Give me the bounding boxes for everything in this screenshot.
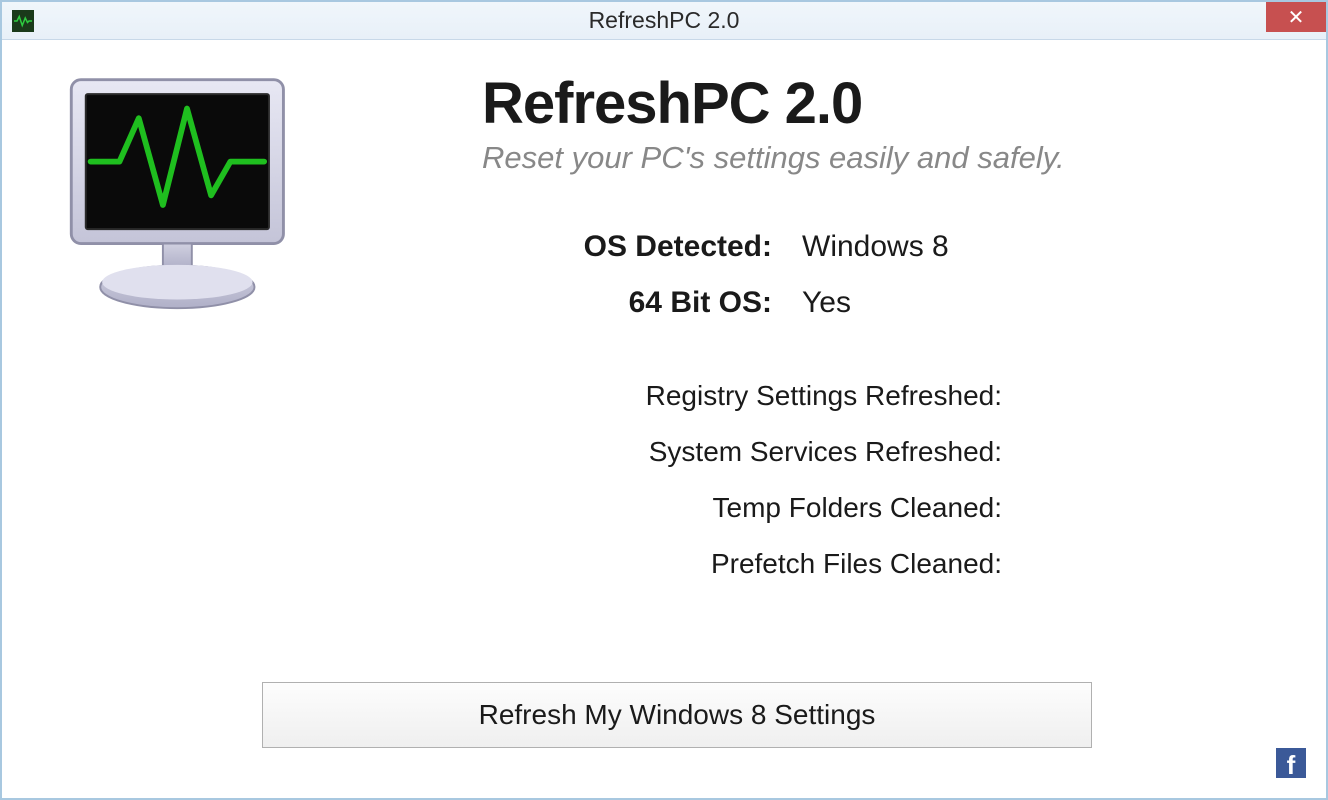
os-detected-label: OS Detected: [522, 230, 802, 264]
window-title: RefreshPC 2.0 [589, 7, 740, 34]
arch-value: Yes [802, 286, 851, 320]
close-icon: ✕ [1288, 5, 1305, 30]
status-services: System Services Refreshed: [522, 436, 1002, 468]
system-info: OS Detected: Windows 8 64 Bit OS: Yes [522, 230, 949, 342]
app-tagline: Reset your PC's settings easily and safe… [482, 140, 1065, 176]
status-registry: Registry Settings Refreshed: [522, 380, 1002, 412]
app-heading: RefreshPC 2.0 [482, 70, 862, 137]
os-detected-row: OS Detected: Windows 8 [522, 230, 949, 264]
app-window: RefreshPC 2.0 ✕ [0, 0, 1328, 800]
close-button[interactable]: ✕ [1266, 2, 1326, 32]
app-icon [12, 10, 34, 32]
status-temp: Temp Folders Cleaned: [522, 492, 1002, 524]
content-area: RefreshPC 2.0 Reset your PC's settings e… [2, 40, 1326, 798]
status-prefetch: Prefetch Files Cleaned: [522, 548, 1002, 580]
os-detected-value: Windows 8 [802, 230, 949, 264]
facebook-link[interactable]: f [1276, 748, 1306, 778]
facebook-icon: f [1287, 752, 1296, 778]
arch-label: 64 Bit OS: [522, 286, 802, 320]
arch-row: 64 Bit OS: Yes [522, 286, 949, 320]
titlebar: RefreshPC 2.0 ✕ [2, 2, 1326, 40]
monitor-pulse-icon [52, 70, 322, 340]
refresh-button[interactable]: Refresh My Windows 8 Settings [262, 682, 1092, 748]
status-list: Registry Settings Refreshed: System Serv… [522, 380, 1002, 604]
